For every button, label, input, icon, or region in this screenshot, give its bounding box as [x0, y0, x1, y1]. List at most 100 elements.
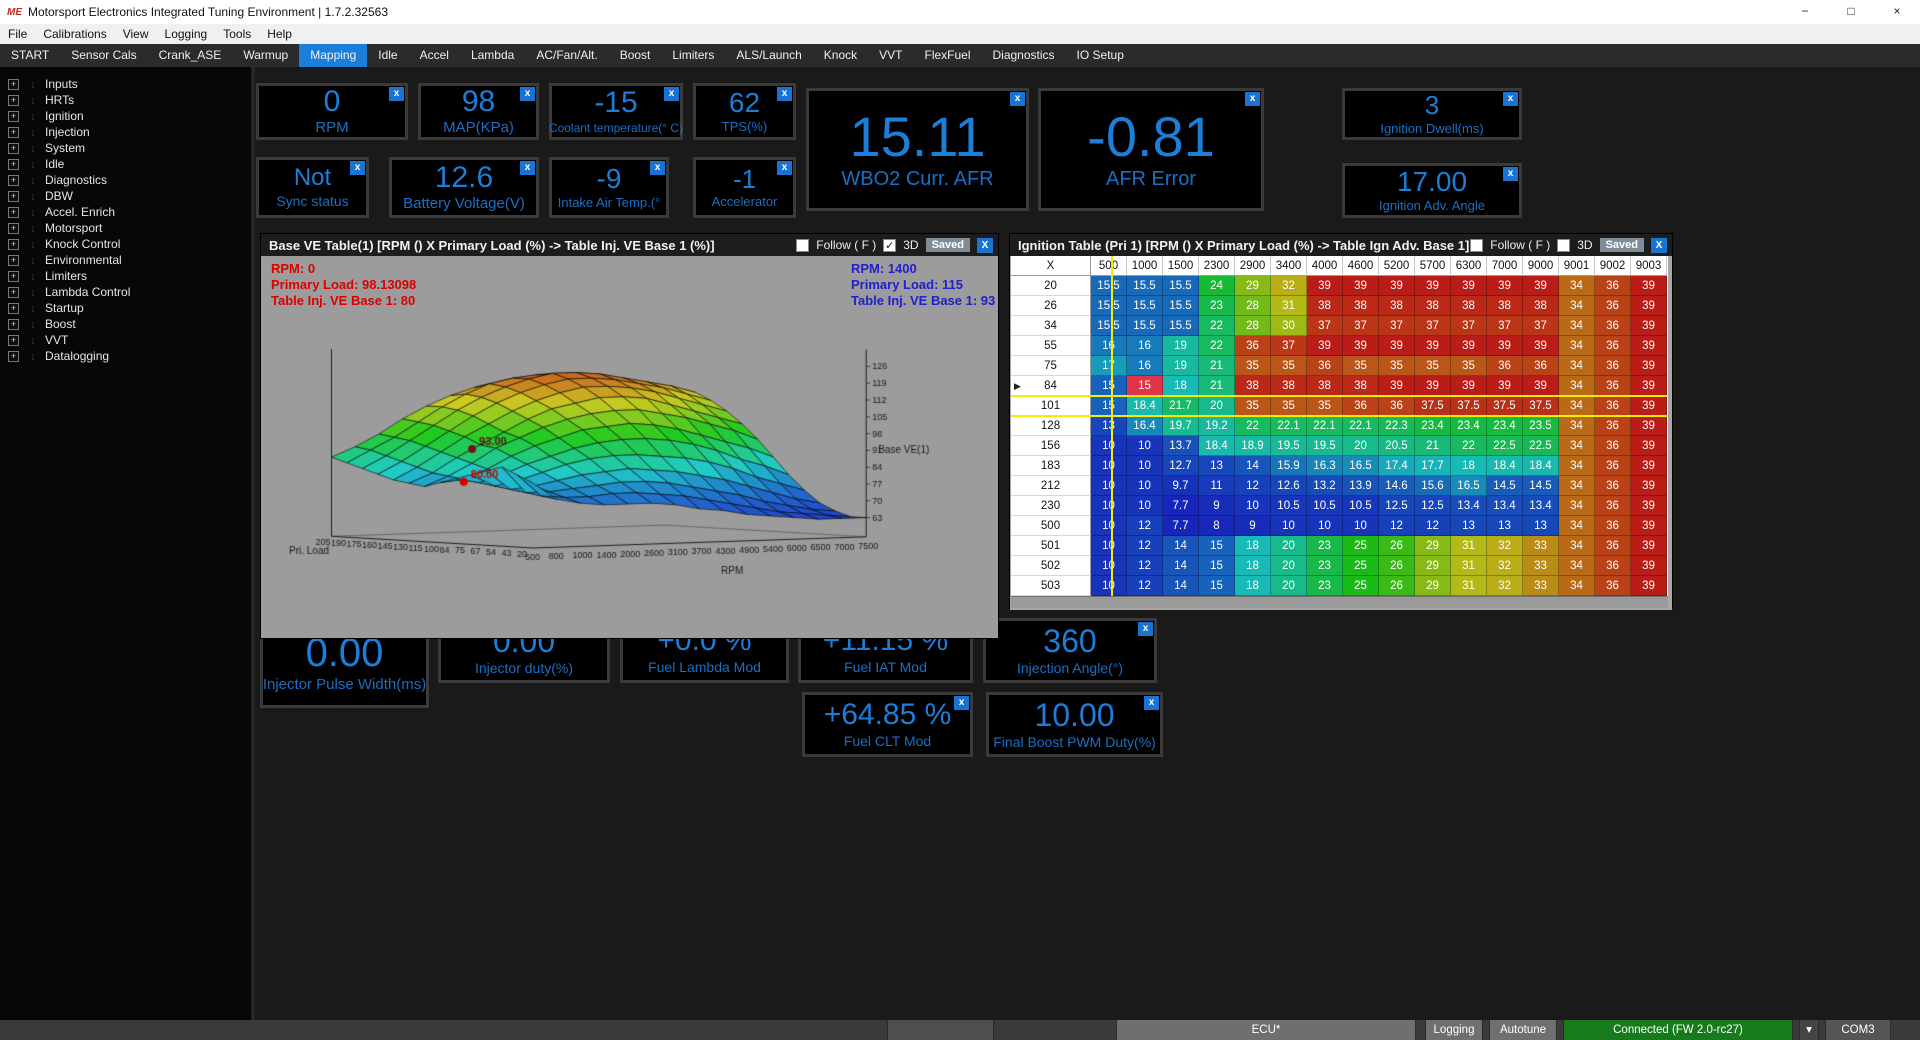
menu-file[interactable]: File	[0, 24, 35, 44]
table-cell[interactable]: 34	[1559, 456, 1595, 476]
table-cell[interactable]: 36	[1523, 356, 1559, 376]
table-cell[interactable]: 15	[1091, 396, 1127, 416]
gauge-accel[interactable]: -1Acceleratorx	[693, 157, 796, 218]
menu-help[interactable]: Help	[259, 24, 300, 44]
table-cell[interactable]: 18.4	[1127, 396, 1163, 416]
table-cell[interactable]: 29	[1415, 556, 1451, 576]
table-cell[interactable]: 10	[1091, 516, 1127, 536]
table-cell[interactable]: 21	[1415, 436, 1451, 456]
gauge-inj-angle[interactable]: 360Injection Angle(°)x	[983, 618, 1157, 683]
sidebar-item-system[interactable]: +↓System	[8, 140, 251, 156]
table-cell[interactable]: 10.5	[1307, 496, 1343, 516]
sidebar-item-ignition[interactable]: +↓Ignition	[8, 108, 251, 124]
table-cell[interactable]: 7.7	[1163, 516, 1199, 536]
table-cell[interactable]: 39	[1631, 456, 1667, 476]
status--[interactable]: ▾	[1799, 1020, 1819, 1040]
expand-plus-icon[interactable]: +	[8, 223, 19, 234]
table-cell[interactable]: 15.5	[1127, 316, 1163, 336]
table-cell[interactable]: 36	[1343, 396, 1379, 416]
expand-plus-icon[interactable]: +	[8, 351, 19, 362]
gauge-iat[interactable]: -9Intake Air Temp.(°x	[549, 157, 669, 218]
table-cell[interactable]: 23.4	[1451, 416, 1487, 436]
sidebar-item-vvt[interactable]: +↓VVT	[8, 332, 251, 348]
table-cell[interactable]: 17	[1091, 356, 1127, 376]
gauge-close-icon[interactable]: x	[1245, 92, 1260, 106]
expand-plus-icon[interactable]: +	[8, 207, 19, 218]
table-cell[interactable]: 34	[1559, 536, 1595, 556]
table-cell[interactable]: 35	[1415, 356, 1451, 376]
table-cell[interactable]: 16	[1091, 336, 1127, 356]
table-cell[interactable]: 10.5	[1343, 496, 1379, 516]
table-cell[interactable]: 10	[1091, 476, 1127, 496]
table-cell[interactable]: 38	[1451, 296, 1487, 316]
table-cell[interactable]: 10	[1127, 436, 1163, 456]
table-cell[interactable]: 13.2	[1307, 476, 1343, 496]
table-cell[interactable]: 36	[1595, 356, 1631, 376]
status-com3[interactable]: COM3	[1825, 1020, 1891, 1040]
gauge-wbo2-afr[interactable]: 15.11WBO2 Curr. AFRx	[806, 88, 1029, 211]
table-cell[interactable]: 20.5	[1379, 436, 1415, 456]
table-cell[interactable]: 12	[1379, 516, 1415, 536]
table-cell[interactable]: 10	[1091, 556, 1127, 576]
table-cell[interactable]: 22	[1235, 416, 1271, 436]
maximize-button[interactable]: □	[1828, 0, 1874, 24]
tab-lambda[interactable]: Lambda	[460, 44, 525, 67]
table-cell[interactable]: 26	[1379, 536, 1415, 556]
panel-close-button[interactable]: X	[1651, 238, 1667, 253]
table-cell[interactable]: 33	[1523, 576, 1559, 596]
table-cell[interactable]: 14.6	[1379, 476, 1415, 496]
table-cell[interactable]: 36	[1595, 436, 1631, 456]
table-cell[interactable]: 35	[1271, 356, 1307, 376]
tab-knock[interactable]: Knock	[813, 44, 868, 67]
gauge-close-icon[interactable]: x	[650, 161, 665, 175]
gauge-close-icon[interactable]: x	[1010, 92, 1025, 106]
tab-flexfuel[interactable]: FlexFuel	[913, 44, 981, 67]
table-cell[interactable]: 35	[1343, 356, 1379, 376]
table-cell[interactable]: 13	[1487, 516, 1523, 536]
table-cell[interactable]: 38	[1271, 376, 1307, 396]
table-cell[interactable]: 39	[1631, 516, 1667, 536]
table-cell[interactable]: 36	[1235, 336, 1271, 356]
table-cell[interactable]: 13	[1091, 416, 1127, 436]
table-cell[interactable]: 10	[1091, 496, 1127, 516]
table-cell[interactable]: 21	[1199, 376, 1235, 396]
sidebar-item-inputs[interactable]: +↓Inputs	[8, 76, 251, 92]
table-cell[interactable]: 19.5	[1271, 436, 1307, 456]
gauge-ign-dwell[interactable]: 3Ignition Dwell(ms)x	[1342, 88, 1522, 140]
table-cell[interactable]: 7.7	[1163, 496, 1199, 516]
table-cell[interactable]: 39	[1523, 376, 1559, 396]
table-cell[interactable]: 35	[1379, 356, 1415, 376]
table-cell[interactable]: 39	[1487, 276, 1523, 296]
table-cell[interactable]: 17.7	[1415, 456, 1451, 476]
table-cell[interactable]: 9	[1199, 496, 1235, 516]
table-cell[interactable]: 28	[1235, 296, 1271, 316]
tab-start[interactable]: START	[0, 44, 60, 67]
table-cell[interactable]: 12	[1127, 516, 1163, 536]
table-cell[interactable]: 13.4	[1451, 496, 1487, 516]
table-cell[interactable]: 23	[1199, 296, 1235, 316]
table-cell[interactable]: 36	[1595, 336, 1631, 356]
table-cell[interactable]: 39	[1523, 336, 1559, 356]
table-cell[interactable]: 19.5	[1307, 436, 1343, 456]
table-cell[interactable]: 34	[1559, 316, 1595, 336]
table-cell[interactable]: 14	[1163, 536, 1199, 556]
table-cell[interactable]: 18.4	[1487, 456, 1523, 476]
table-cell[interactable]: 36	[1595, 276, 1631, 296]
table-cell[interactable]: 24	[1199, 276, 1235, 296]
table-cell[interactable]: 36	[1595, 376, 1631, 396]
gauge-coolant[interactable]: -15Coolant temperature(° C)x	[549, 83, 683, 140]
sidebar-item-boost[interactable]: +↓Boost	[8, 316, 251, 332]
table-cell[interactable]: 14	[1163, 556, 1199, 576]
table-cell[interactable]: 37	[1415, 316, 1451, 336]
tab-warmup[interactable]: Warmup	[232, 44, 299, 67]
table-cell[interactable]: 20	[1343, 436, 1379, 456]
expand-plus-icon[interactable]: +	[8, 335, 19, 346]
table-cell[interactable]: 22	[1199, 336, 1235, 356]
table-cell[interactable]: 25	[1343, 576, 1379, 596]
table-cell[interactable]: 9	[1235, 516, 1271, 536]
expand-plus-icon[interactable]: +	[8, 127, 19, 138]
expand-plus-icon[interactable]: +	[8, 79, 19, 90]
table-cell[interactable]: 15	[1199, 536, 1235, 556]
table-cell[interactable]: 22.1	[1343, 416, 1379, 436]
table-cell[interactable]: 13.7	[1163, 436, 1199, 456]
